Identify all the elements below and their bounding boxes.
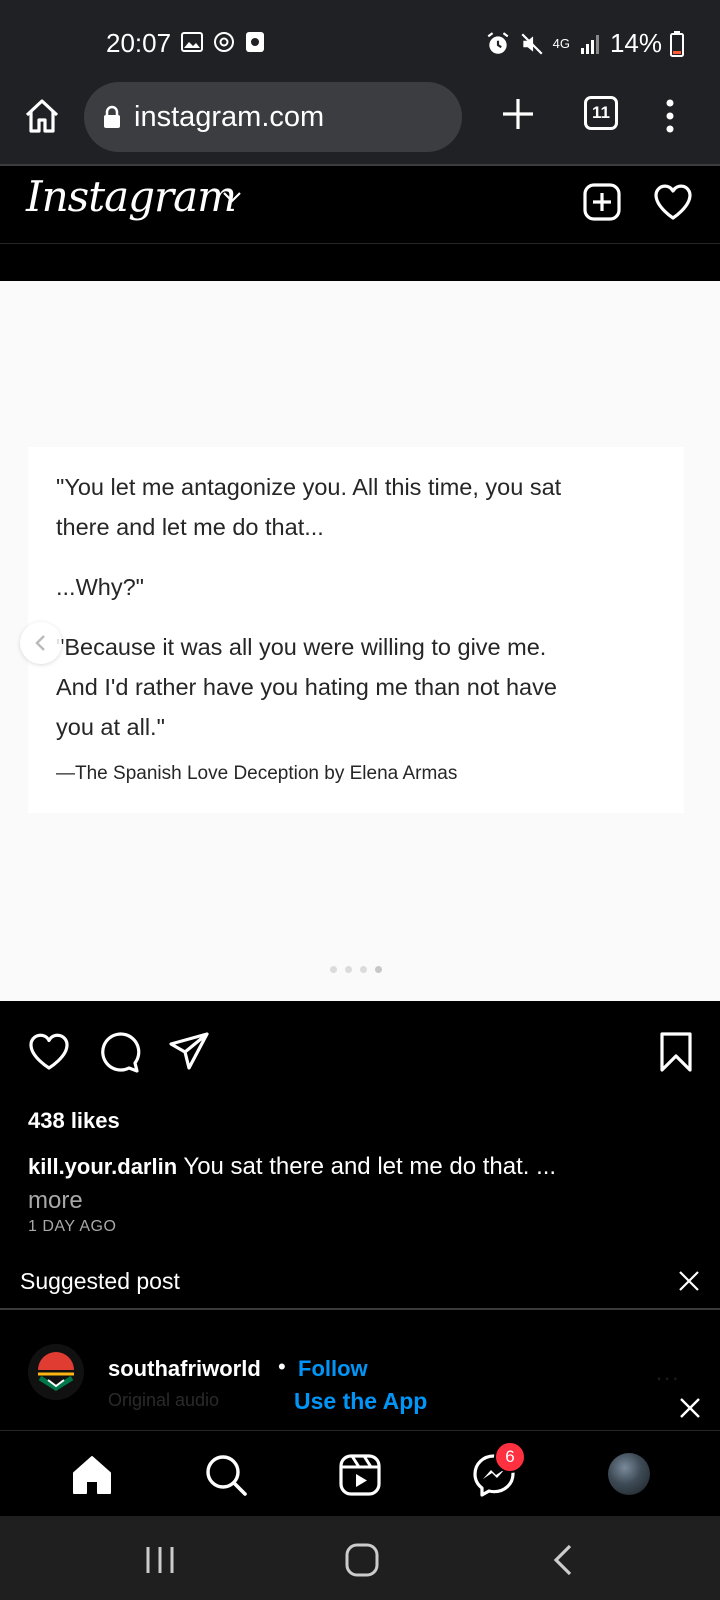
suggested-username[interactable]: southafriworld [108,1356,261,1382]
browser-toolbar: instagram.com 11 [0,80,720,166]
notification-icons [180,30,266,54]
quote-card: "You let me antagonize you. All this tim… [28,447,684,813]
carousel-dot [345,966,352,973]
caption-username[interactable]: kill.your.darlin [28,1154,177,1179]
alarm-icon [487,31,509,54]
header-spacer [0,245,720,281]
instagram-bottom-nav: 6 [0,1430,720,1516]
post-image[interactable]: "You let me antagonize you. All this tim… [0,281,720,1001]
new-tab-icon[interactable] [500,96,536,132]
tab-count: 11 [592,103,610,122]
post-actions [0,1030,720,1080]
new-post-icon[interactable] [582,182,622,222]
quote-line: "Because it was all you were willing to … [56,634,547,660]
caption-text: You sat there and let me do that. ... [183,1153,557,1180]
instagram-header: Instagram [0,166,720,244]
status-time: 20:07 [106,28,172,58]
sync-icon [214,32,234,52]
status-right-icons: 4G 14% [485,28,684,59]
close-icon[interactable] [678,1396,702,1420]
more-vert-icon[interactable] [660,96,680,136]
use-app-banner: Use the App [0,1382,720,1430]
post-caption: kill.your.darlin You sat there and let m… [28,1150,688,1218]
mute-icon [521,32,543,55]
carousel-prev-button[interactable] [20,622,62,664]
comment-icon[interactable] [97,1030,141,1074]
home-circle-icon[interactable] [344,1542,380,1578]
back-icon[interactable] [546,1542,582,1578]
android-nav-bar [0,1516,720,1600]
quote-line: And I'd rather have you hating me than n… [56,674,557,700]
url-text: instagram.com [134,100,325,133]
quote-line: you at all." [56,714,165,740]
quote-line: there and let me do that... [56,514,324,540]
bookmark-icon[interactable] [654,1030,698,1074]
carousel-dot [330,966,337,973]
close-icon[interactable] [678,1270,700,1292]
gallery-icon [181,32,203,52]
follow-button[interactable]: Follow [298,1356,368,1382]
quote-line: "You let me antagonize you. All this tim… [56,474,562,500]
suggested-post-header: Suggested post [0,1254,720,1310]
status-bar: 20:07 4G 14% [0,0,720,80]
search-icon[interactable] [204,1453,248,1497]
signal-icon [580,34,599,54]
lock-icon [104,105,120,128]
profile-avatar[interactable] [608,1453,650,1495]
heart-icon[interactable] [652,182,694,222]
messages-badge: 6 [494,1441,526,1473]
like-icon[interactable] [27,1030,71,1074]
network-type: 4G [552,36,570,51]
home-filled-icon[interactable] [70,1453,114,1497]
recent-apps-icon[interactable] [142,1542,178,1578]
instagram-logo[interactable]: Instagram [26,172,237,221]
address-bar[interactable]: instagram.com [84,82,462,152]
media-icon [246,32,264,52]
like-count[interactable]: 438 likes [28,1108,120,1134]
quote-line: ...Why?" [56,574,144,600]
caption-more-link[interactable]: more [28,1187,83,1214]
suggested-label: Suggested post [20,1268,180,1294]
carousel-indicator [330,966,382,973]
quote-attribution: —The Spanish Love Deception by Elena Arm… [56,763,458,784]
chevron-down-icon[interactable] [222,190,242,204]
share-icon[interactable] [167,1030,211,1074]
chevron-left-icon [35,635,45,651]
battery-icon [670,30,684,57]
home-icon[interactable] [22,96,62,136]
carousel-dot [360,966,367,973]
battery-percent: 14% [609,28,662,58]
carousel-dot [375,966,382,973]
separator-dot: • [278,1354,286,1379]
post-timestamp: 1 DAY AGO [28,1218,117,1235]
reels-icon[interactable] [338,1453,382,1497]
use-app-link[interactable]: Use the App [294,1388,427,1415]
tab-switcher-button[interactable]: 11 [584,96,618,130]
